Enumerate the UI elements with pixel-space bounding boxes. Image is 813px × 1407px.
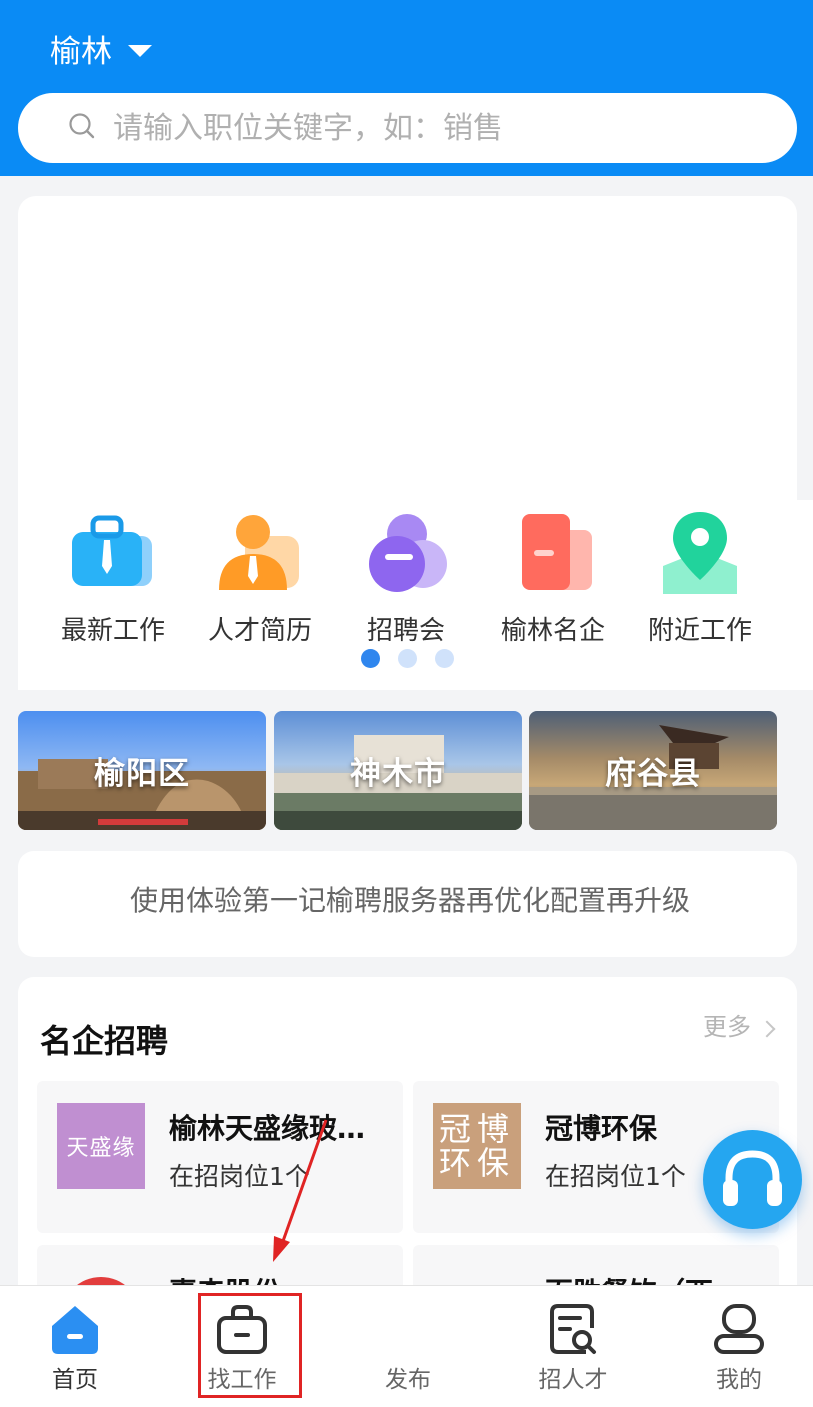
header-bar: 榆林 — [0, 0, 813, 176]
quick-links: 最新工作 人才简历 招聘会 榆林名企 附近工作 — [18, 510, 794, 646]
company-logo: 天盛缘 — [57, 1103, 145, 1189]
company-logo: 冠博环保 — [433, 1103, 521, 1189]
carousel-dot[interactable] — [361, 649, 380, 668]
recruit-search-icon — [550, 1304, 596, 1354]
bottom-tab-bar: 首页 找工作 发布 招人才 我的 — [0, 1285, 813, 1407]
briefcase-icon — [72, 515, 152, 586]
quick-link-famous-companies[interactable]: 榆林名企 — [478, 510, 628, 647]
city-selector[interactable]: 榆林 — [50, 26, 152, 71]
person-icon — [219, 515, 299, 590]
search-icon — [69, 113, 95, 139]
tab-label: 首页 — [52, 1367, 98, 1393]
famous-companies-section: 名企招聘 更多 天盛缘 榆林天盛缘玻… 在招岗位1个 冠博环保 冠博环保 在招岗… — [18, 977, 797, 1297]
company-logo-text: 冠博环保 — [439, 1110, 516, 1182]
customer-service-button[interactable] — [703, 1130, 802, 1229]
company-name: 榆林天盛缘玻… — [169, 1112, 366, 1145]
location-pin-icon — [663, 512, 737, 594]
carousel-dots — [361, 649, 454, 668]
headphones-icon — [723, 1150, 782, 1206]
tab-label: 招人才 — [538, 1367, 608, 1393]
quick-link-label: 最新工作 — [60, 616, 165, 646]
quick-link-label: 招聘会 — [366, 616, 445, 646]
more-link[interactable]: 更多 — [703, 1007, 776, 1042]
building-icon — [522, 514, 592, 590]
quick-link-latest-jobs[interactable]: 最新工作 — [38, 510, 188, 647]
quick-link-job-fair[interactable]: 招聘会 — [331, 510, 481, 647]
caret-down-icon — [128, 44, 152, 57]
tab-publish[interactable]: 发布 — [333, 1286, 483, 1407]
tab-home[interactable]: 首页 — [0, 1286, 150, 1407]
profile-icon — [714, 1304, 764, 1354]
quick-link-label: 附近工作 — [647, 616, 752, 646]
quick-link-label: 榆林名企 — [500, 616, 605, 646]
search-bar[interactable] — [18, 93, 797, 163]
carousel-dot[interactable] — [398, 649, 417, 668]
region-yuyang[interactable]: 榆阳区 — [18, 711, 266, 830]
tab-label: 我的 — [716, 1367, 762, 1393]
tab-label: 发布 — [385, 1367, 431, 1393]
quick-link-nearby-jobs[interactable]: 附近工作 — [625, 510, 775, 647]
region-shenmu[interactable]: 神木市 — [274, 711, 522, 830]
more-label: 更多 — [703, 1013, 751, 1041]
company-job-count: 在招岗位1个 — [169, 1162, 310, 1191]
search-input[interactable] — [113, 93, 773, 163]
meeting-icon — [369, 514, 447, 592]
tab-profile[interactable]: 我的 — [664, 1286, 813, 1407]
notice-text: 使用体验第一记榆聘服务器再优化配置再升级 — [130, 884, 691, 917]
section-title: 名企招聘 — [40, 1022, 169, 1060]
quick-link-label: 人才简历 — [207, 616, 312, 646]
region-label: 府谷县 — [605, 756, 701, 792]
region-fugu[interactable]: 府谷县 — [529, 711, 777, 830]
region-label: 神木市 — [350, 756, 446, 792]
company-job-count: 在招岗位1个 — [545, 1162, 686, 1191]
region-label: 榆阳区 — [94, 756, 190, 792]
company-logo-text: 天盛缘 — [66, 1136, 136, 1161]
carousel-dot[interactable] — [435, 649, 454, 668]
company-card[interactable]: 天盛缘 榆林天盛缘玻… 在招岗位1个 — [37, 1081, 403, 1233]
quick-link-resumes[interactable]: 人才简历 — [185, 510, 335, 647]
notice-banner[interactable]: 使用体验第一记榆聘服务器再优化配置再升级 — [18, 851, 797, 957]
chevron-right-icon — [758, 1020, 776, 1037]
city-label: 榆林 — [50, 34, 112, 70]
annotation-highlight-box — [198, 1293, 302, 1398]
home-icon — [52, 1306, 98, 1354]
tab-recruit-talent[interactable]: 招人才 — [498, 1286, 648, 1407]
